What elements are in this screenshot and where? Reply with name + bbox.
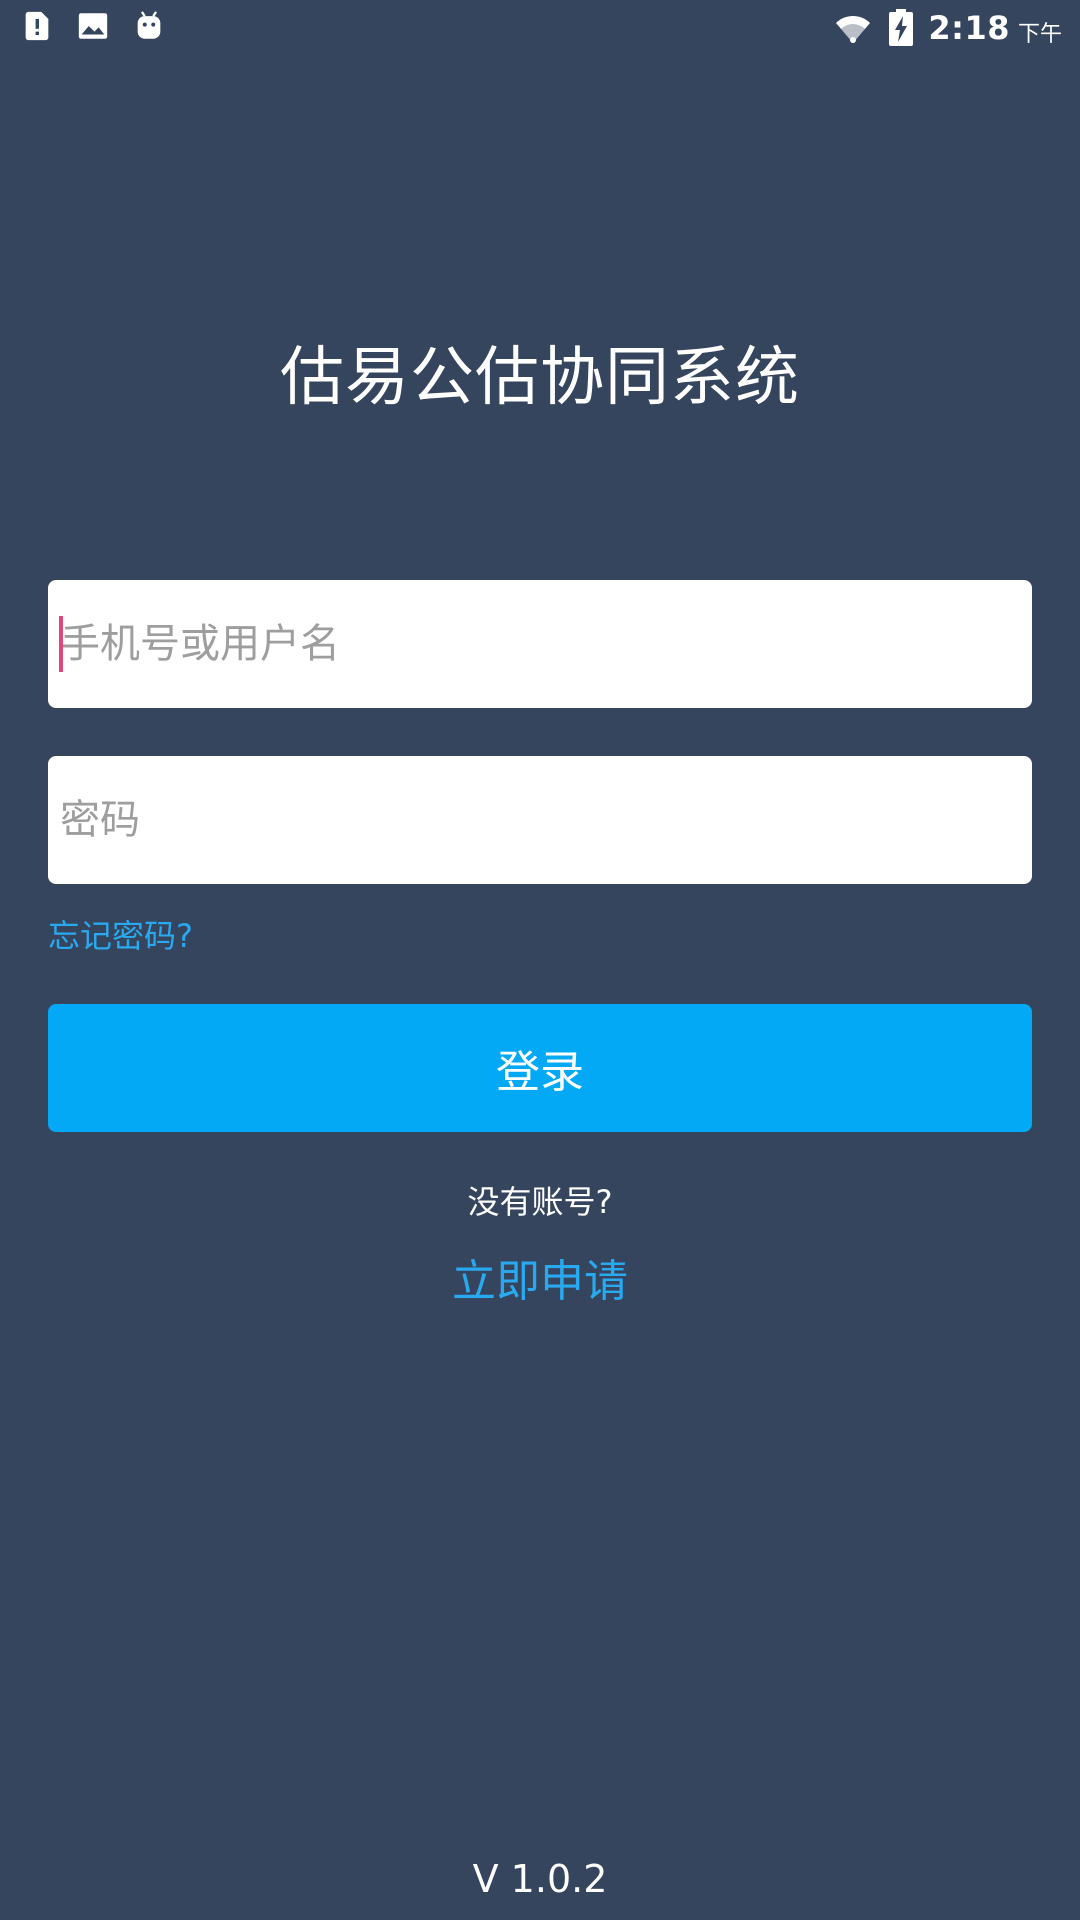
text-caret — [59, 616, 63, 672]
app-version: V 1.0.2 — [472, 1857, 608, 1901]
status-left-icons — [20, 9, 166, 43]
username-field[interactable] — [48, 580, 1032, 708]
image-icon — [78, 13, 108, 39]
status-ampm: 下午 — [1017, 22, 1062, 47]
status-bar: 2:18 下午 — [0, 0, 1080, 60]
wifi-icon — [836, 15, 871, 43]
android-icon — [137, 11, 161, 39]
no-account-text: 没有账号? — [467, 1183, 613, 1221]
sd-card-alert-icon — [25, 11, 49, 41]
forgot-password-link[interactable]: 忘记密码? — [48, 914, 193, 958]
login-button[interactable]: 登录 — [48, 1004, 1032, 1132]
password-field[interactable] — [48, 756, 1032, 884]
password-input[interactable] — [60, 756, 1020, 884]
battery-charging-icon — [889, 9, 914, 46]
username-input[interactable] — [60, 580, 1020, 708]
status-right: 2:18 下午 — [832, 8, 1062, 48]
app-title: 估易公估协同系统 — [280, 341, 800, 415]
status-time: 2:18 — [928, 9, 1010, 47]
apply-now-link[interactable]: 立即申请 — [0, 1254, 1080, 1310]
